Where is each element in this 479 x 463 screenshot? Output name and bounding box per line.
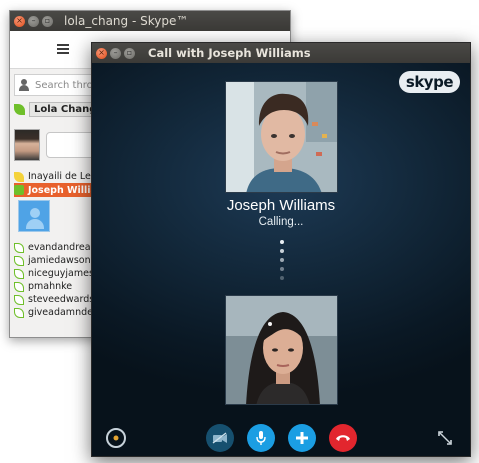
plus-icon bbox=[296, 432, 308, 444]
online-status-icon[interactable] bbox=[14, 103, 25, 115]
self-preview-photo bbox=[225, 295, 338, 405]
fullscreen-button[interactable] bbox=[437, 430, 453, 446]
maximize-window-button[interactable]: ▫ bbox=[42, 15, 53, 27]
microphone-button[interactable] bbox=[247, 424, 275, 452]
add-participant-button[interactable] bbox=[288, 424, 316, 452]
minimize-call-window-button[interactable]: – bbox=[110, 47, 121, 59]
end-call-button[interactable] bbox=[329, 424, 357, 452]
skype-logo: skype bbox=[398, 71, 460, 93]
search-placeholder: Search throu bbox=[35, 79, 100, 91]
calling-progress-indicator bbox=[279, 240, 285, 285]
hang-up-icon bbox=[336, 435, 350, 441]
my-avatar[interactable] bbox=[14, 129, 40, 161]
away-status-icon bbox=[14, 171, 24, 182]
contact-name: jamiedawsony bbox=[28, 255, 97, 266]
microphone-icon bbox=[256, 431, 266, 445]
contact-name: steveedwards bbox=[28, 294, 95, 305]
maximize-call-window-button[interactable]: ▫ bbox=[124, 47, 135, 59]
main-titlebar: × – ▫ lola_chang - Skype™ bbox=[10, 11, 290, 31]
callee-photo bbox=[225, 81, 338, 193]
default-avatar-icon[interactable] bbox=[18, 200, 50, 232]
callee-portrait-image bbox=[226, 82, 337, 192]
call-status: Calling... bbox=[258, 216, 304, 228]
close-window-button[interactable]: × bbox=[14, 15, 25, 27]
checkmark-icon bbox=[14, 185, 24, 195]
contact-name: Inayaili de Leó bbox=[28, 171, 97, 182]
desktop: × – ▫ lola_chang - Skype™ Search throu L… bbox=[0, 0, 479, 463]
call-stage: skype Joseph Williams Calling... bbox=[92, 63, 470, 456]
main-window-title: lola_chang - Skype™ bbox=[64, 14, 189, 28]
person-icon bbox=[18, 79, 30, 91]
call-controls bbox=[92, 424, 470, 454]
offline-status-icon bbox=[14, 281, 24, 292]
video-toggle-button[interactable] bbox=[206, 424, 234, 452]
call-settings-button[interactable] bbox=[106, 428, 126, 448]
video-off-icon bbox=[212, 432, 227, 444]
contact-list-icon[interactable] bbox=[57, 44, 69, 54]
minimize-window-button[interactable]: – bbox=[28, 15, 39, 27]
offline-status-icon bbox=[14, 294, 24, 305]
callee-name: Joseph Williams bbox=[226, 197, 336, 214]
fullscreen-icon bbox=[438, 431, 452, 445]
contact-name: giveadamnder bbox=[28, 307, 97, 318]
call-titlebar: × – ▫ Call with Joseph Williams bbox=[92, 43, 470, 63]
call-window-title: Call with Joseph Williams bbox=[148, 46, 311, 60]
offline-status-icon bbox=[14, 255, 24, 266]
contact-name: pmahnke bbox=[28, 281, 73, 292]
close-call-window-button[interactable]: × bbox=[96, 47, 107, 59]
offline-status-icon bbox=[14, 268, 24, 279]
offline-status-icon bbox=[14, 307, 24, 318]
call-window: × – ▫ Call with Joseph Williams skype Jo… bbox=[91, 42, 471, 457]
offline-status-icon bbox=[14, 242, 24, 253]
self-portrait-image bbox=[226, 296, 337, 404]
contact-name: niceguyjames bbox=[28, 268, 94, 279]
call-settings-icon bbox=[113, 435, 119, 441]
selected-contact-name: Joseph Willia bbox=[28, 184, 97, 196]
contact-name: evandandrea bbox=[28, 242, 91, 253]
